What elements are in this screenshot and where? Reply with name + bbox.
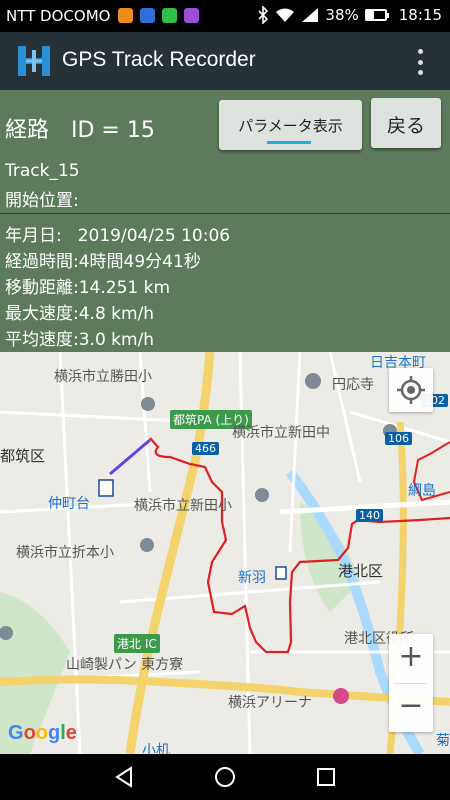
button-underline <box>267 141 311 144</box>
map-label-yokohama-arena: 横浜アリーナ <box>228 695 312 711</box>
google-attribution-logo: Google <box>8 722 77 744</box>
elapsed-value: 4時間49分41秒 <box>78 252 201 272</box>
date-row: 年月日: 2019/04/25 10:06 <box>5 221 230 246</box>
route-shield-140: 140 <box>356 509 383 522</box>
max-speed-label: 最大速度: <box>5 304 79 324</box>
map-label-tsuzuki-ward: 都筑区 <box>0 447 46 465</box>
app-bar: GPS Track Recorder <box>0 32 450 90</box>
map-label-tsunashima: 綱島 <box>408 483 436 499</box>
notification-icon <box>118 8 133 23</box>
avg-speed-label: 平均速度: <box>5 330 79 350</box>
my-location-button[interactable] <box>389 368 433 412</box>
distance-label: 移動距離: <box>5 278 79 298</box>
back-button-label: 戻る <box>386 115 425 137</box>
start-position-label: 開始位置: <box>5 191 79 211</box>
my-location-icon <box>397 376 425 404</box>
route-title: 経路 ID = 15 <box>5 118 155 143</box>
route-shield-106: 106 <box>385 432 412 445</box>
map-view[interactable]: 横浜市立勝田小 円応寺 日吉本町 都筑PA (上り) 横浜市立新田中 都筑区 仲… <box>0 352 450 754</box>
map-label-shinden-jhs: 横浜市立新田中 <box>232 425 330 441</box>
home-circle-icon[interactable] <box>214 766 236 788</box>
distance-value: 14.251 km <box>78 278 171 298</box>
zoom-in-button[interactable]: + <box>389 634 433 683</box>
map-label-yamazaki: 山崎製パン 東方寮 <box>66 657 184 673</box>
line-icon <box>162 8 177 23</box>
date-value: 2019/04/25 10:06 <box>77 226 231 246</box>
back-triangle-icon[interactable] <box>113 766 135 788</box>
app-title: GPS Track Recorder <box>62 48 256 71</box>
map-label-orimoto-es: 横浜市立折本小 <box>16 545 114 561</box>
date-label: 年月日: <box>5 226 62 246</box>
max-speed-row: 最大速度:4.8 km/h <box>5 299 154 324</box>
max-speed-value: 4.8 km/h <box>78 304 155 324</box>
map-label-katsuta-school: 横浜市立勝田小 <box>54 369 152 385</box>
route-shield-466: 466 <box>192 442 219 455</box>
map-label-enkoji: 円応寺 <box>332 377 374 393</box>
map-label-kozukue: 小机 <box>142 743 170 754</box>
avg-speed-value: 3.0 km/h <box>78 330 155 350</box>
clock: 18:15 <box>398 6 442 24</box>
signal-icon <box>302 8 319 22</box>
map-label-nakamachidai: 仲町台 <box>48 496 90 512</box>
wifi-icon <box>276 8 295 22</box>
show-parameters-label: パラメータ表示 <box>238 117 343 135</box>
info-divider <box>0 213 450 214</box>
track-name: Track_15 <box>5 161 80 181</box>
gallery-icon <box>184 8 199 23</box>
status-bar: NTT DOCOMO 38% 18:15 <box>0 0 450 32</box>
shield-icon <box>140 8 155 23</box>
avg-speed-row: 平均速度:3.0 km/h <box>5 325 154 350</box>
route-info-panel: 経路 ID = 15 パラメータ表示 戻る Track_15 開始位置: 年月日… <box>0 90 450 352</box>
map-label-kohoku-ward: 港北区 <box>338 562 384 580</box>
system-nav-bar <box>0 754 450 800</box>
elapsed-row: 経過時間:4時間49分41秒 <box>5 247 201 272</box>
map-label-shinden-es: 横浜市立新田小 <box>134 498 232 514</box>
map-label-kohoku-ic: 港北 IC <box>114 634 160 653</box>
battery-percent: 38% <box>325 6 359 24</box>
bluetooth-icon <box>258 6 269 24</box>
map-label-nippa: 新羽 <box>238 570 266 586</box>
gps-crosshair-logo <box>18 46 50 76</box>
map-label-kiku: 菊 <box>436 733 450 749</box>
overflow-menu-icon[interactable] <box>416 49 424 75</box>
zoom-out-button[interactable]: − <box>389 683 433 732</box>
battery-icon <box>364 9 389 21</box>
distance-row: 移動距離:14.251 km <box>5 273 170 298</box>
recents-square-icon[interactable] <box>315 766 337 788</box>
back-button[interactable]: 戻る <box>371 98 441 148</box>
elapsed-label: 経過時間: <box>5 252 79 272</box>
carrier-name: NTT DOCOMO <box>6 7 111 25</box>
show-parameters-button[interactable]: パラメータ表示 <box>219 100 362 150</box>
zoom-controls: + − <box>389 634 433 732</box>
